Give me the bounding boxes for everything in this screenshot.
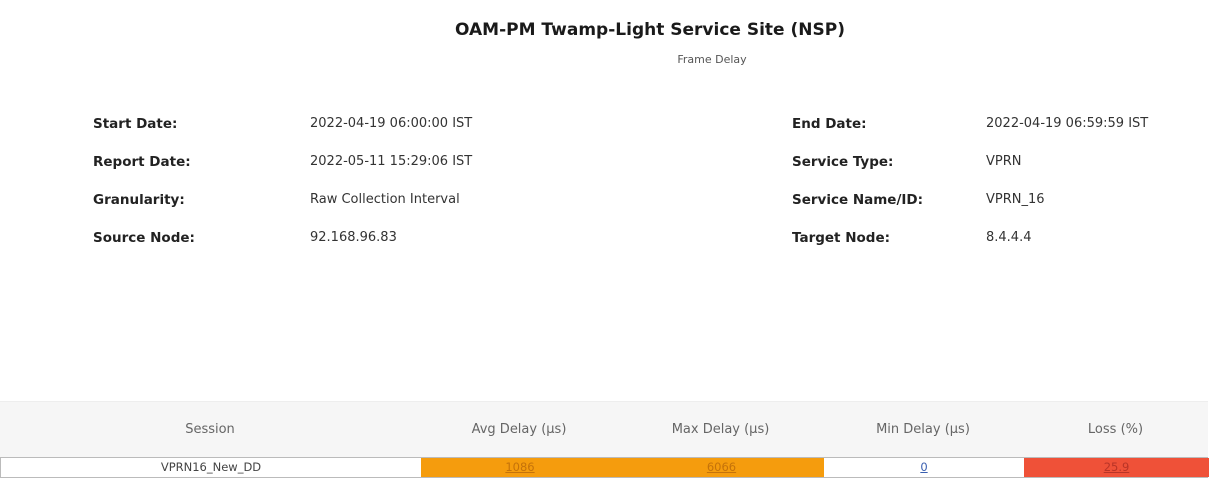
report-date-value: 2022-05-11 15:29:06 IST (310, 154, 473, 169)
column-header-max-delay: Max Delay (µs) (671, 422, 770, 437)
granularity-value: Raw Collection Interval (310, 192, 460, 207)
column-header-loss: Loss (%) (1087, 422, 1144, 437)
report-title: OAM-PM Twamp-Light Service Site (NSP) (455, 20, 845, 40)
loss-cell: 25.9 (1024, 458, 1209, 477)
meta-row-report-date: Report Date: 2022-05-11 15:29:06 IST Ser… (0, 149, 1220, 175)
source-node-label: Source Node: (93, 230, 195, 246)
max-delay-link[interactable]: 6066 (707, 460, 736, 474)
avg-delay-link[interactable]: 1086 (505, 460, 534, 474)
column-header-min-delay: Min Delay (µs) (876, 422, 970, 437)
min-delay-cell: 0 (824, 458, 1024, 477)
service-name-value: VPRN_16 (986, 192, 1045, 207)
avg-delay-cell: 1086 (421, 458, 619, 477)
meta-row-nodes: Source Node: 92.168.96.83 Target Node: 8… (0, 225, 1220, 251)
service-type-label: Service Type: (792, 154, 894, 170)
service-type-value: VPRN (986, 154, 1022, 169)
granularity-label: Granularity: (93, 192, 185, 208)
table-row: VPRN16_New_DD 1086 6066 0 25.9 (0, 457, 1209, 478)
report-subtitle: Frame Delay (677, 53, 747, 66)
start-date-value: 2022-04-19 06:00:00 IST (310, 116, 473, 131)
min-delay-link[interactable]: 0 (920, 460, 927, 474)
table-header: Session Avg Delay (µs) Max Delay (µs) Mi… (0, 401, 1208, 457)
service-name-label: Service Name/ID: (792, 192, 924, 208)
report-metadata: Start Date: 2022-04-19 06:00:00 IST End … (0, 111, 1220, 281)
column-header-session: Session (185, 422, 235, 437)
target-node-label: Target Node: (792, 230, 891, 246)
meta-row-dates: Start Date: 2022-04-19 06:00:00 IST End … (0, 111, 1220, 137)
report-date-label: Report Date: (93, 154, 191, 170)
column-header-avg-delay: Avg Delay (µs) (471, 422, 567, 437)
session-cell: VPRN16_New_DD (160, 460, 262, 474)
end-date-label: End Date: (792, 116, 867, 132)
meta-row-granularity: Granularity: Raw Collection Interval Ser… (0, 187, 1220, 213)
max-delay-cell: 6066 (619, 458, 824, 477)
loss-link[interactable]: 25.9 (1104, 460, 1130, 474)
target-node-value: 8.4.4.4 (986, 230, 1032, 245)
start-date-label: Start Date: (93, 116, 178, 132)
delay-stats-table: Session Avg Delay (µs) Max Delay (µs) Mi… (0, 401, 1209, 478)
source-node-value: 92.168.96.83 (310, 230, 397, 245)
end-date-value: 2022-04-19 06:59:59 IST (986, 116, 1149, 131)
